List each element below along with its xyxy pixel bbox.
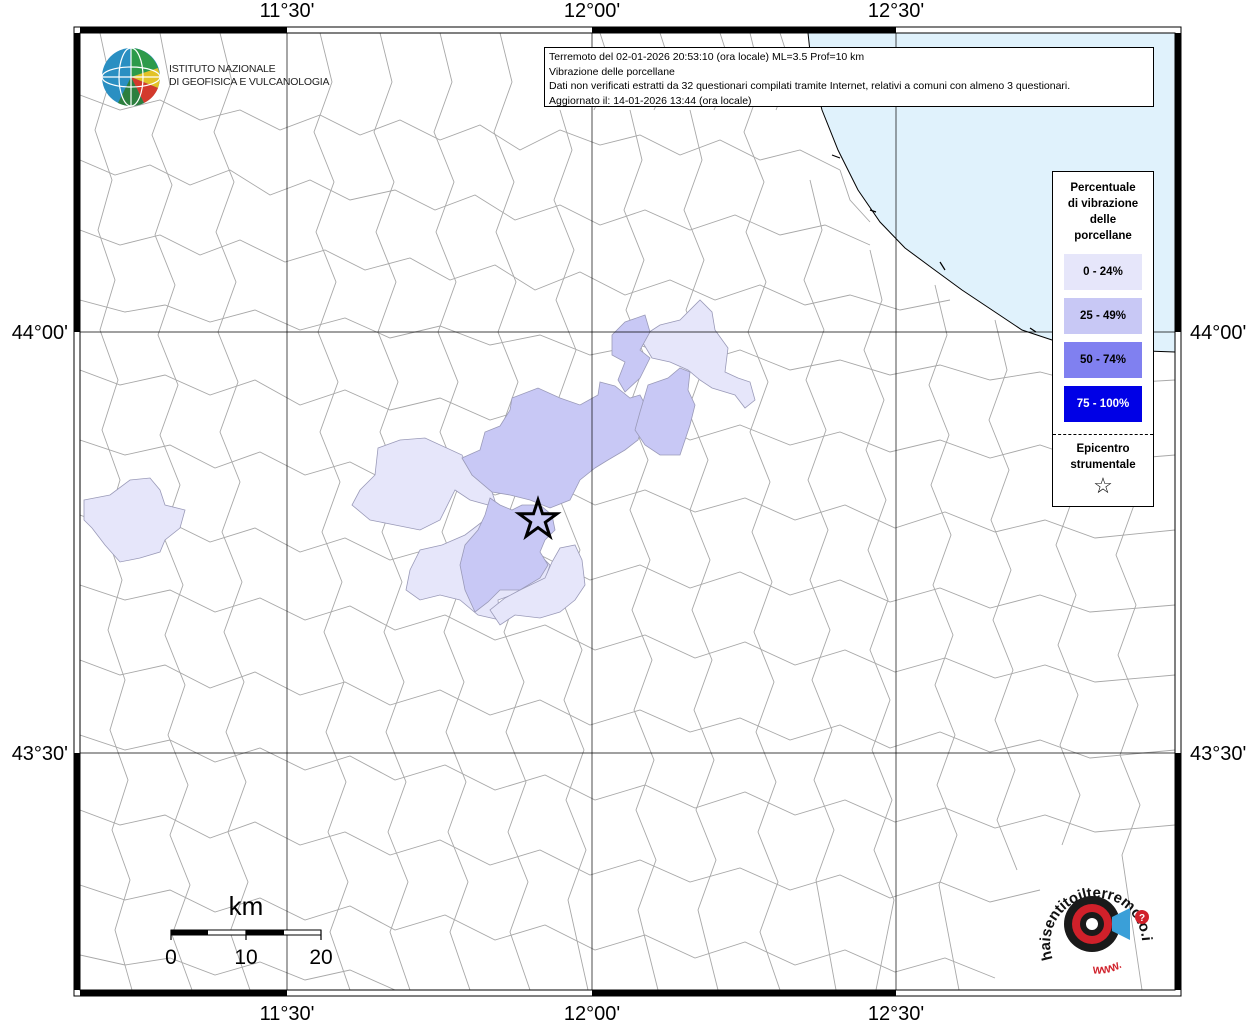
lon-top-label: 12°00' xyxy=(564,0,620,22)
legend-title-line: di vibrazione xyxy=(1067,198,1139,210)
lat-left-label: 43°30' xyxy=(12,743,68,765)
legend-class-label: 75 - 100% xyxy=(1076,398,1130,410)
legend-class-label: 50 - 74% xyxy=(1079,354,1127,366)
haisentitoilterremoto-logo: haisentitoilterremoto.it WWW. ? xyxy=(1030,862,1155,977)
legend-class-75-100: 75 - 100% xyxy=(1064,386,1142,422)
event-line: Terremoto del 02-01-2026 20:53:10 (ora l… xyxy=(549,51,865,63)
legend-epicenter-label: Epicentro strumentale xyxy=(1053,441,1153,473)
scale-tick: 10 xyxy=(234,946,257,969)
event-info-box: Terremoto del 02-01-2026 20:53:10 (ora l… xyxy=(544,47,1154,107)
lat-left-label: 44°00' xyxy=(12,322,68,344)
legend-title: Percentuale di vibrazione delle porcella… xyxy=(1053,180,1153,244)
scale-tick: 0 xyxy=(165,946,177,969)
lat-right-label: 44°00' xyxy=(1190,322,1246,344)
legend: Percentuale di vibrazione delle porcella… xyxy=(1052,171,1154,507)
legend-class-50-74: 50 - 74% xyxy=(1064,342,1142,378)
scale-tick: 20 xyxy=(309,946,332,969)
lon-top-label: 11°30' xyxy=(260,0,315,22)
legend-star-icon: ☆ xyxy=(1093,473,1113,498)
legend-divider xyxy=(1053,434,1153,435)
svg-text:?: ? xyxy=(1139,913,1145,924)
legend-title-line: Percentuale xyxy=(1070,182,1136,194)
lon-bottom-label: 11°30' xyxy=(260,1003,315,1024)
event-subtitle: Vibrazione delle porcellane xyxy=(549,65,675,78)
legend-class-label: 0 - 24% xyxy=(1083,266,1123,278)
ingv-line2: DI GEOFISICA E VULCANOLOGIA xyxy=(169,76,330,88)
legend-title-line: porcellane xyxy=(1074,230,1132,242)
legend-class-0-24: 0 - 24% xyxy=(1064,254,1142,290)
lat-right-label: 43°30' xyxy=(1190,743,1246,765)
lon-top-label: 12°30' xyxy=(868,0,924,22)
lon-bottom-label: 12°00' xyxy=(564,1003,620,1024)
legend-class-label: 25 - 49% xyxy=(1079,310,1127,322)
hst-url-text: WWW. xyxy=(1093,960,1124,977)
data-note: Dati non verificati estratti da 32 quest… xyxy=(549,80,1071,92)
legend-title-line: delle xyxy=(1089,214,1117,226)
legend-class-25-49: 25 - 49% xyxy=(1064,298,1142,334)
legend-epicenter-line: strumentale xyxy=(1070,459,1136,471)
svg-text:WWW.: WWW. xyxy=(1093,960,1124,977)
lon-bottom-label: 12°30' xyxy=(868,1003,924,1024)
scale-unit: km xyxy=(229,891,264,921)
update-time: Aggiornato il: 14-01-2026 13:44 (ora loc… xyxy=(549,94,752,107)
legend-epicenter-line: Epicentro xyxy=(1076,443,1130,455)
ingv-line1: ISTITUTO NAZIONALE xyxy=(169,63,276,75)
ingv-wordmark: ISTITUTO NAZIONALE DI GEOFISICA E VULCAN… xyxy=(169,63,330,89)
